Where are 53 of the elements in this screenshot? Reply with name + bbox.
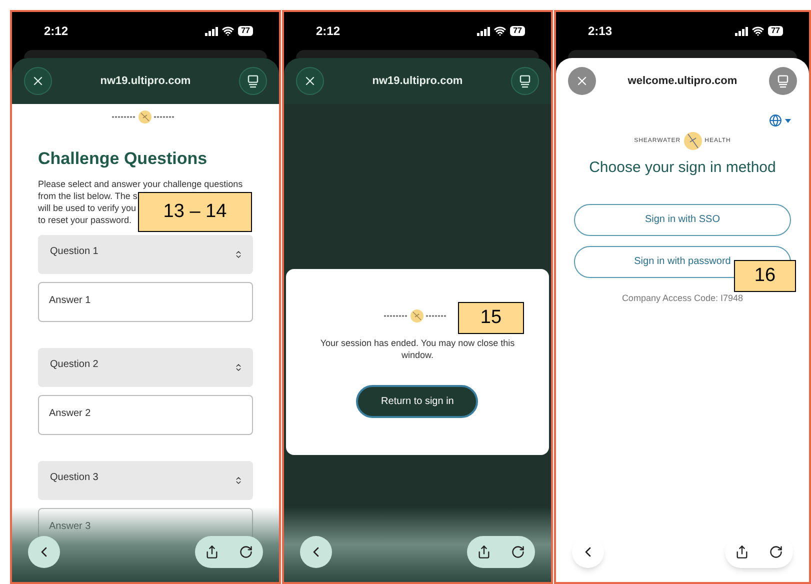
access-code: Company Access Code: I7948 bbox=[620, 292, 744, 305]
url-text: nw19.ultipro.com bbox=[100, 74, 191, 89]
answer-field[interactable]: Answer 1 bbox=[38, 282, 253, 322]
select-icon bbox=[234, 476, 243, 484]
wifi-icon bbox=[752, 25, 764, 37]
question-select[interactable]: Question 1 bbox=[38, 234, 253, 274]
intro-text: from the list below. The s bbox=[38, 190, 138, 202]
share-icon[interactable] bbox=[204, 545, 219, 559]
logo-emblem-icon bbox=[682, 131, 703, 151]
reader-icon bbox=[518, 74, 531, 88]
intro-text: to reset your password. bbox=[38, 214, 132, 226]
battery-level: 77 bbox=[768, 26, 783, 36]
reload-icon[interactable] bbox=[769, 545, 783, 559]
reload-icon[interactable] bbox=[510, 545, 525, 559]
language-icon[interactable] bbox=[769, 114, 782, 127]
question-select[interactable]: Question 3 bbox=[38, 460, 253, 500]
reader-icon bbox=[246, 74, 259, 88]
close-button[interactable] bbox=[296, 67, 324, 95]
reload-icon[interactable] bbox=[238, 545, 253, 559]
close-icon bbox=[31, 74, 45, 88]
session-message: Your session has ended. You may now close this window. bbox=[319, 337, 516, 361]
url-text: nw19.ultipro.com bbox=[372, 74, 463, 89]
select-icon bbox=[234, 362, 243, 372]
signal-icon bbox=[477, 26, 490, 36]
share-icon[interactable] bbox=[476, 545, 491, 559]
status-time: 2:12 bbox=[316, 23, 340, 40]
step-number-tooltip: 16 bbox=[734, 260, 796, 292]
wifi-icon bbox=[494, 25, 506, 37]
battery-level: 77 bbox=[238, 26, 253, 36]
page-heading: Challenge Questions bbox=[38, 148, 208, 170]
reader-button[interactable] bbox=[510, 67, 539, 95]
return-button[interactable]: Return to sign in bbox=[356, 385, 478, 418]
step-number-tooltip: 13 – 14 bbox=[138, 192, 252, 232]
wifi-icon bbox=[222, 25, 234, 37]
reader-button[interactable] bbox=[238, 67, 267, 95]
close-button[interactable] bbox=[24, 67, 52, 95]
select-icon bbox=[234, 250, 243, 258]
step-number-tooltip: 15 bbox=[458, 302, 524, 334]
page-heading: Choose your sign in method bbox=[588, 158, 777, 178]
intro-text: Please select and answer your challenge questions bbox=[38, 178, 243, 190]
answer-field[interactable]: Answer 2 bbox=[38, 394, 253, 434]
signal-icon bbox=[735, 26, 748, 36]
question-select[interactable]: Question 2 bbox=[38, 348, 253, 386]
sign-in-button[interactable]: Sign in with SSO bbox=[574, 204, 791, 236]
intro-text: will be used to verify you bbox=[38, 202, 136, 214]
status-time: 2:13 bbox=[588, 23, 612, 40]
signal-icon bbox=[205, 26, 218, 36]
status-time: 2:12 bbox=[44, 23, 68, 40]
caret-icon bbox=[785, 118, 791, 122]
share-icon[interactable] bbox=[735, 545, 749, 559]
battery-level: 77 bbox=[510, 26, 525, 36]
url-text: welcome.ultipro.com bbox=[628, 74, 738, 89]
reader-icon bbox=[776, 74, 789, 88]
